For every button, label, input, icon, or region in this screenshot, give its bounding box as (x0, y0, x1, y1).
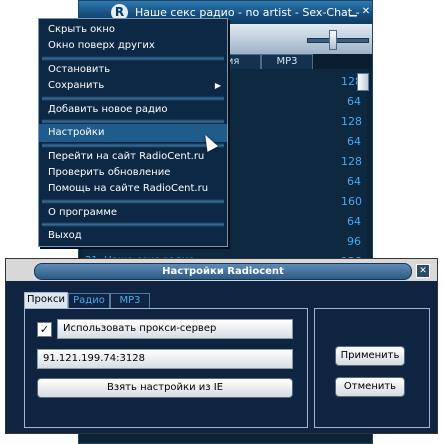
use-proxy-label: Использовать прокси-сервер (57, 319, 293, 339)
list-item-bitrate: 96 (347, 235, 361, 248)
dialog-title-bar[interactable]: Настройки Radiocent ✕ (6, 259, 437, 281)
menu-item-add-radio[interactable]: Добавить новое радио (39, 102, 227, 118)
dialog-actions-panel: Применить Отменить (314, 308, 430, 428)
submenu-arrow-icon: ▶ (214, 81, 221, 90)
import-ie-settings-button[interactable]: Взять настройки из IE (37, 378, 293, 398)
menu-separator (42, 199, 224, 204)
menu-separator (42, 222, 224, 227)
menu-item-exit[interactable]: Выход (39, 228, 227, 244)
menu-item-save-label: Сохранить (48, 80, 105, 91)
menu-item-stop[interactable]: Остановить (39, 62, 227, 78)
close-icon[interactable]: ✕ (360, 6, 372, 18)
proxy-address-input[interactable]: 91.121.199.74:3128 (37, 349, 293, 369)
context-menu: Скрыть окно Окно поверх других Остановит… (38, 18, 228, 247)
dialog-body: Прокси Радио MP3 ✓ Использовать прокси-с… (12, 285, 432, 429)
tab-mp3[interactable]: MP3 (110, 293, 150, 309)
menu-item-always-on-top[interactable]: Окно поверх других (39, 38, 227, 54)
menu-separator (42, 56, 224, 61)
settings-dialog: Настройки Radiocent ✕ Прокси Радио MP3 ✓… (5, 258, 438, 434)
list-item-bitrate: 160 (341, 195, 362, 208)
use-proxy-checkbox[interactable]: ✓ (37, 322, 52, 337)
cancel-button[interactable]: Отменить (335, 377, 405, 397)
list-item-bitrate: 64 (347, 135, 361, 148)
tab-radio[interactable]: Радио (68, 293, 110, 309)
menu-item-hide-window[interactable]: Скрыть окно (39, 22, 227, 38)
menu-item-settings[interactable]: Настройки (39, 124, 227, 142)
scrollbar-thumb[interactable] (357, 73, 369, 91)
menu-item-visit-site[interactable]: Перейти на сайт RadioCent.ru (39, 149, 227, 165)
menu-item-about[interactable]: О программе (39, 205, 227, 221)
close-icon[interactable]: ✕ (416, 264, 430, 278)
menu-separator (42, 96, 224, 101)
list-item-bitrate: 128 (341, 115, 362, 128)
list-item-bitrate: 128 (341, 155, 362, 168)
list-item-bitrate: 64 (347, 215, 361, 228)
tab-mp3[interactable]: MP3 (261, 54, 313, 70)
menu-item-check-update[interactable]: Проверить обновление (39, 165, 227, 181)
minimize-icon[interactable]: ▁ (347, 6, 359, 18)
menu-item-save[interactable]: Сохранить ▶ (39, 78, 227, 94)
list-item-bitrate: 64 (347, 175, 361, 188)
list-item-bitrate: 64 (347, 95, 361, 108)
volume-slider-handle[interactable] (329, 30, 337, 50)
menu-item-help[interactable]: Помощь на сайте RadioCent.ru (39, 181, 227, 197)
menu-separator (42, 143, 224, 148)
apply-button[interactable]: Применить (335, 346, 405, 366)
dialog-title: Настройки Radiocent (34, 263, 412, 280)
volume-slider-track[interactable] (307, 38, 369, 43)
proxy-settings-panel: ✓ Использовать прокси-сервер 91.121.199.… (24, 308, 308, 428)
